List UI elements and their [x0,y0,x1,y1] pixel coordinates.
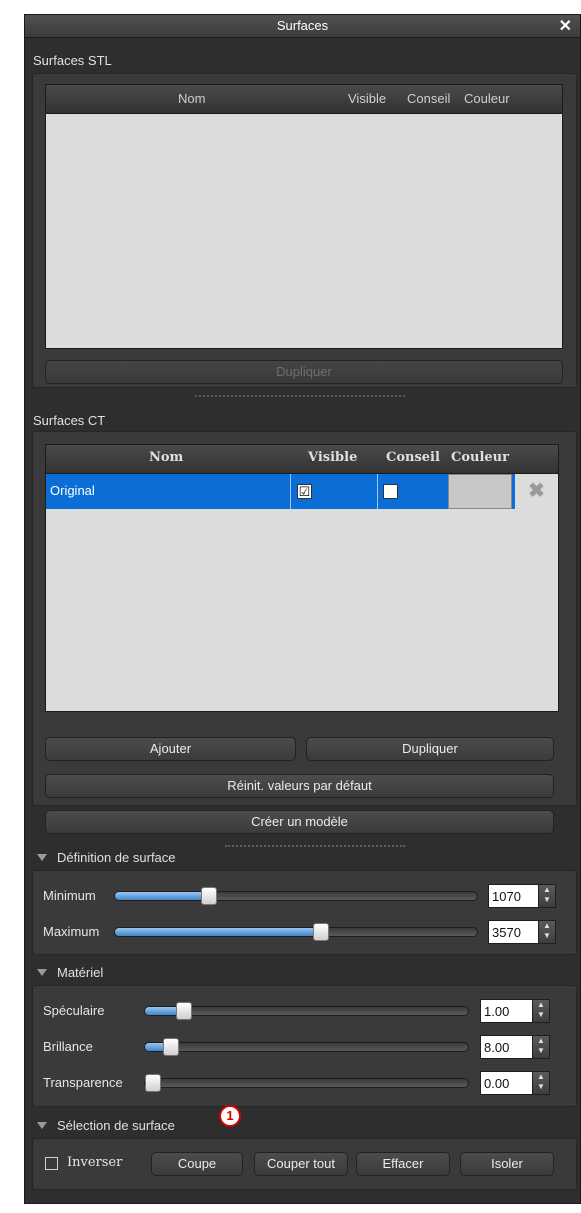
delete-icon[interactable]: ✖ [515,474,558,509]
row-name[interactable]: Original [50,483,95,498]
surface-definition-header[interactable]: Définition de surface [37,850,176,865]
invert-checkbox[interactable] [45,1157,58,1170]
material-title: Matériel [57,965,104,980]
splitter-handle-2[interactable] [225,845,405,849]
ct-group: Nom Visible Conseil Couleur Original ☑ ✖… [32,431,577,834]
cell-separator [377,474,378,509]
ct-col-name[interactable]: Nom [149,450,183,465]
minimum-label: Minimum [43,888,96,903]
shininess-slider-handle[interactable] [162,1038,179,1056]
shininess-slider[interactable] [144,1038,469,1056]
ct-col-color[interactable]: Couleur [451,450,509,465]
reset-defaults-button[interactable]: Réinit. valeurs par défaut [45,774,554,798]
create-model-button[interactable]: Créer un modèle [45,810,554,834]
panel-titlebar: Surfaces ✕ [25,15,580,38]
material-group: Spéculaire 1.00 ▲ ▼ Brillance 8.00 ▲ ▼ Tra… [32,985,577,1107]
shininess-spinbox[interactable]: 8.00 ▲ ▼ [480,1035,550,1059]
maximum-spinbox[interactable]: 3570 ▲ ▼ [488,920,556,944]
ct-col-visible[interactable]: Visible [308,450,357,465]
maximum-slider-fill [115,928,322,936]
table-row[interactable]: Original ☑ ✖ [46,474,558,509]
material-header[interactable]: Matériel [37,965,103,980]
maximum-slider-handle[interactable] [313,923,330,941]
advice-checkbox[interactable] [383,484,398,499]
transparency-spinbox[interactable]: 0.00 ▲ ▼ [480,1071,550,1095]
collapse-triangle-icon [37,854,47,862]
close-icon[interactable]: ✕ [559,16,572,36]
maximum-value[interactable]: 3570 [492,925,521,940]
collapse-triangle-icon [37,1122,47,1130]
spin-arrows-icon[interactable]: ▲ ▼ [538,885,555,907]
add-button[interactable]: Ajouter [45,737,296,761]
cut-all-button[interactable]: Couper tout [254,1152,348,1176]
visible-checkbox[interactable]: ☑ [297,484,312,499]
specular-value[interactable]: 1.00 [484,1004,509,1019]
maximum-label: Maximum [43,924,100,939]
stl-duplicate-button[interactable]: Dupliquer [45,360,563,384]
erase-button[interactable]: Effacer [356,1152,450,1176]
ct-section-label: Surfaces CT [33,413,106,428]
splitter-handle[interactable] [195,395,405,399]
surface-selection-title: Sélection de surface [57,1118,175,1133]
transparency-slider[interactable] [144,1074,469,1092]
specular-slider-handle[interactable] [175,1002,192,1020]
maximum-slider[interactable] [114,923,478,941]
collapse-triangle-icon [37,969,47,977]
shininess-label: Brillance [43,1039,93,1054]
transparency-value[interactable]: 0.00 [484,1076,509,1091]
surface-definition-group: Minimum 1070 ▲ ▼ Maximum 3570 ▲ ▼ [32,870,577,955]
stl-col-advice[interactable]: Conseil [407,91,450,106]
ct-table-header: Nom Visible Conseil Couleur [46,445,558,474]
spin-arrows-icon[interactable]: ▲ ▼ [532,1036,549,1058]
spin-arrows-icon[interactable]: ▲ ▼ [538,921,555,943]
surface-definition-title: Définition de surface [57,850,176,865]
surface-selection-group: Inverser Coupe Couper tout Effacer Isole… [32,1138,577,1190]
ct-duplicate-button[interactable]: Dupliquer [306,737,554,761]
color-swatch[interactable] [448,474,512,509]
stl-col-visible[interactable]: Visible [348,91,386,106]
specular-slider[interactable] [144,1002,469,1020]
surfaces-panel: Surfaces ✕ Surfaces STL Nom Visible Cons… [24,14,581,1204]
transparency-slider-handle[interactable] [145,1074,161,1092]
stl-col-color[interactable]: Couleur [464,91,510,106]
cell-separator [290,474,291,509]
ct-col-advice[interactable]: Conseil [386,450,440,465]
ct-table[interactable]: Nom Visible Conseil Couleur Original ☑ ✖ [45,444,559,712]
specular-spinbox[interactable]: 1.00 ▲ ▼ [480,999,550,1023]
cut-button[interactable]: Coupe [151,1152,243,1176]
minimum-value[interactable]: 1070 [492,889,521,904]
stl-col-name[interactable]: Nom [178,91,205,106]
minimum-slider-fill [115,892,210,900]
transparency-label: Transparence [43,1075,123,1090]
stl-table[interactable]: Nom Visible Conseil Couleur [45,84,563,349]
minimum-spinbox[interactable]: 1070 ▲ ▼ [488,884,556,908]
stl-group: Nom Visible Conseil Couleur Dupliquer [32,73,577,388]
isolate-button[interactable]: Isoler [460,1152,554,1176]
annotation-badge: 1 [219,1105,241,1127]
minimum-slider-handle[interactable] [201,887,218,905]
invert-label[interactable]: Inverser [67,1155,122,1170]
panel-title: Surfaces [276,18,329,33]
shininess-value[interactable]: 8.00 [484,1040,509,1055]
surface-selection-header[interactable]: Sélection de surface [37,1118,175,1133]
spin-arrows-icon[interactable]: ▲ ▼ [532,1000,549,1022]
specular-label: Spéculaire [43,1003,105,1018]
stl-table-header: Nom Visible Conseil Couleur [46,85,562,114]
minimum-slider[interactable] [114,887,478,905]
spin-arrows-icon[interactable]: ▲ ▼ [532,1072,549,1094]
stl-section-label: Surfaces STL [33,53,112,68]
